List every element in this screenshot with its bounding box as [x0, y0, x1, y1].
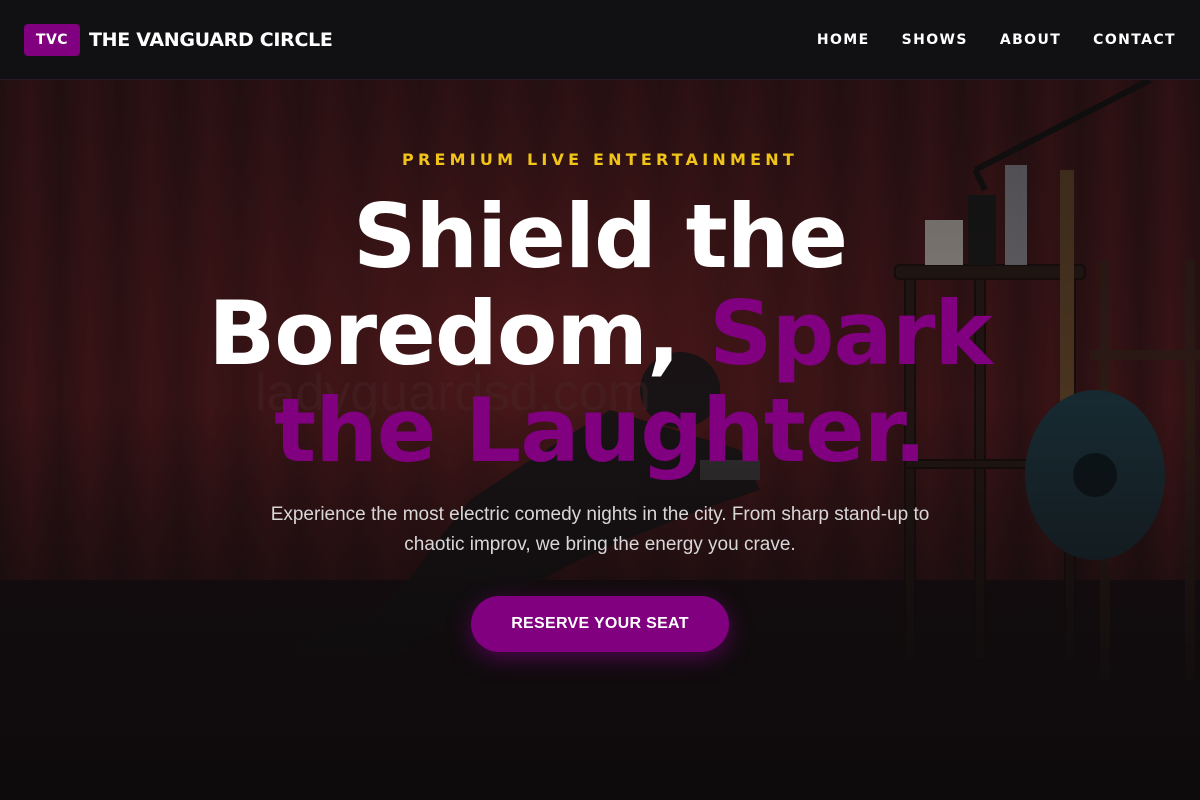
- hero-content: PREMIUM LIVE ENTERTAINMENT Shield the Bo…: [0, 80, 1200, 800]
- logo-badge: TVC: [24, 23, 80, 56]
- headline-line-1: Shield the: [352, 185, 848, 288]
- brand-name: THE VANGUARD CIRCLE: [89, 28, 333, 51]
- nav-shows[interactable]: SHOWS: [902, 32, 968, 48]
- nav-contact[interactable]: CONTACT: [1093, 32, 1176, 48]
- hero-subtext: Experience the most electric comedy nigh…: [270, 504, 930, 555]
- headline-line-2-white: Boredom,: [208, 282, 680, 385]
- reserve-seat-button[interactable]: RESERVE YOUR SEAT: [471, 596, 729, 652]
- hero-eyebrow: PREMIUM LIVE ENTERTAINMENT: [402, 150, 798, 169]
- headline-line-3: the Laughter.: [274, 379, 927, 482]
- hero-headline: Shield the Boredom, Spark the Laughter.: [0, 188, 1200, 479]
- headline-line-2: Boredom, Spark: [0, 285, 1200, 382]
- headline-line-2-accent: Spark: [709, 282, 993, 385]
- nav-about[interactable]: ABOUT: [1000, 32, 1061, 48]
- site-header: TVC THE VANGUARD CIRCLE HOME SHOWS ABOUT…: [0, 0, 1200, 80]
- brand-logo[interactable]: TVC THE VANGUARD CIRCLE: [24, 23, 333, 56]
- main-nav: HOME SHOWS ABOUT CONTACT: [817, 32, 1176, 48]
- nav-home[interactable]: HOME: [817, 32, 870, 48]
